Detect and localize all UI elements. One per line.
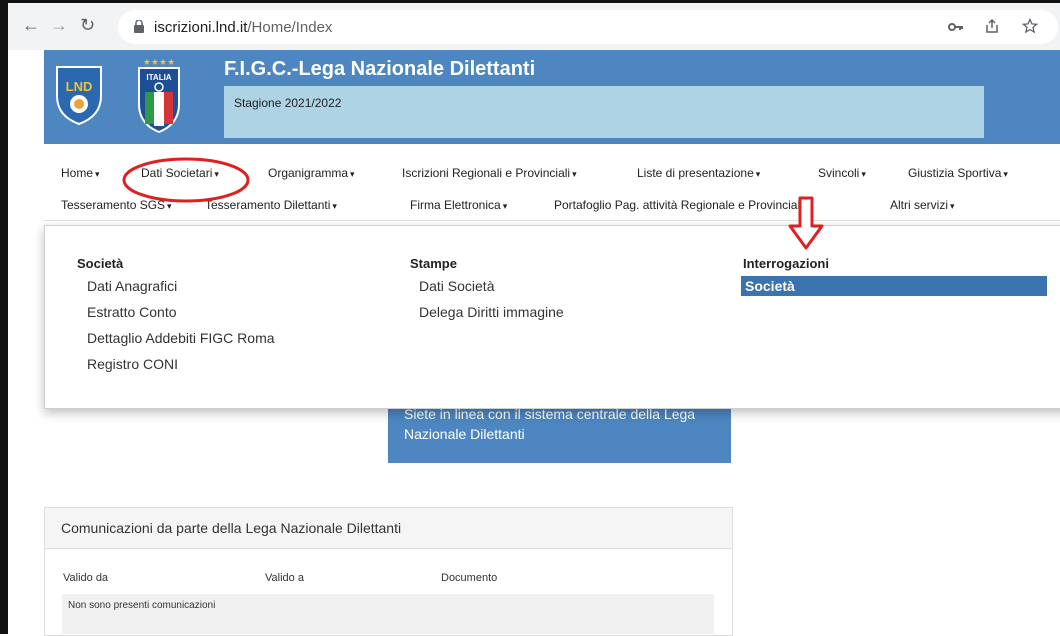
empty-message: Non sono presenti comunicazioni	[68, 600, 216, 611]
italia-logo: ★★★★ ITALIA	[138, 57, 180, 134]
forward-icon[interactable]: →	[50, 15, 68, 35]
reload-icon[interactable]: ↻	[80, 15, 95, 35]
nav-tesseramento-dilettanti[interactable]: Tesseramento Dilettanti ▾	[205, 198, 337, 212]
url-path: /Home/Index	[247, 19, 333, 36]
caret-down-icon: ▾	[950, 201, 955, 211]
nav-firma-elettronica[interactable]: Firma Elettronica ▾	[410, 198, 507, 212]
key-icon[interactable]	[948, 20, 964, 34]
nav-label: Liste di presentazione	[637, 166, 754, 180]
season-box: Stagione 2021/2022	[224, 86, 984, 138]
url-host: iscrizioni.lnd.it	[154, 19, 248, 36]
nav-dati-societari[interactable]: Dati Societari ▾	[141, 166, 219, 180]
status-info-text: Siete in linea con il sistema centrale d…	[404, 406, 696, 442]
menu-item-dettaglio-addebiti[interactable]: Dettaglio Addebiti FIGC Roma	[87, 330, 275, 346]
nav-liste-presentazione[interactable]: Liste di presentazione ▾	[637, 166, 760, 180]
menu-heading-stampe: Stampe	[410, 256, 457, 271]
menu-heading-interrogazioni: Interrogazioni	[743, 256, 829, 271]
nav-tesseramento-sgs[interactable]: Tesseramento SGS ▾	[61, 198, 172, 212]
caret-down-icon: ▾	[572, 169, 577, 179]
site-title: F.I.G.C.-Lega Nazionale Dilettanti	[224, 58, 536, 80]
nav-label: Organigramma	[268, 166, 349, 180]
caret-down-icon: ▾	[350, 169, 355, 179]
nav-iscrizioni[interactable]: Iscrizioni Regionali e Provinciali ▾	[402, 166, 577, 180]
svg-text:★★★★: ★★★★	[143, 57, 175, 67]
nav-portafoglio[interactable]: Portafoglio Pag. attività Regionale e Pr…	[554, 198, 813, 212]
site-header: LND ★★★★ ITALIA F.I.G.C.-Lega Nazionale …	[44, 50, 1060, 144]
caret-down-icon: ▾	[861, 169, 866, 179]
lnd-logo: LND	[56, 66, 102, 126]
caret-down-icon: ▾	[755, 169, 761, 179]
nav-giustizia-sportiva[interactable]: Giustizia Sportiva ▾	[908, 166, 1008, 180]
menu-item-estratto-conto[interactable]: Estratto Conto	[87, 304, 177, 320]
menu-item-registro-coni[interactable]: Registro CONI	[87, 356, 178, 372]
menu-item-dati-anagrafici[interactable]: Dati Anagrafici	[87, 278, 177, 294]
menu-item-dati-societa[interactable]: Dati Società	[419, 278, 494, 294]
column-documento: Documento	[441, 572, 498, 584]
nav-label: Svincoli	[818, 166, 860, 180]
nav-altri-servizi[interactable]: Altri servizi ▾	[890, 198, 955, 212]
season-label: Stagione 2021/2022	[234, 96, 342, 110]
caret-down-icon: ▾	[1003, 169, 1008, 179]
frame-left	[0, 0, 8, 634]
back-icon[interactable]: ←	[22, 15, 40, 35]
nav-label: Altri servizi	[890, 198, 949, 212]
caret-down-icon: ▾	[95, 169, 100, 179]
browser-toolbar: ← → ↻ iscrizioni.lnd.it/Home/Index	[8, 3, 1060, 50]
menu-heading-societa: Società	[77, 256, 124, 271]
nav-label: Firma Elettronica	[410, 198, 501, 212]
table-row-empty: Non sono presenti comunicazioni	[62, 594, 714, 634]
caret-down-icon: ▾	[332, 201, 337, 211]
communications-header: Comunicazioni da parte della Lega Nazion…	[45, 508, 732, 549]
lock-icon	[134, 20, 144, 33]
menu-item-societa-highlighted[interactable]: Società	[741, 276, 1047, 296]
nav-label: Tesseramento Dilettanti	[205, 198, 331, 212]
caret-down-icon: ▾	[502, 201, 508, 211]
italia-logo-text: ITALIA	[146, 73, 171, 82]
column-valido-da: Valido da	[63, 572, 109, 584]
lnd-logo-text: LND	[66, 79, 93, 94]
share-icon[interactable]	[984, 18, 1000, 34]
nav-svincoli[interactable]: Svincoli ▾	[818, 166, 866, 180]
caret-down-icon: ▾	[808, 201, 814, 211]
menu-item-societa-label: Società	[745, 278, 795, 294]
caret-down-icon: ▾	[167, 201, 172, 211]
nav-label: Tesseramento SGS	[61, 198, 166, 212]
nav-label: Home	[61, 166, 94, 180]
nav-label: Portafoglio Pag. attività Regionale e Pr…	[554, 198, 807, 212]
caret-down-icon: ▾	[214, 169, 219, 179]
communications-panel: Comunicazioni da parte della Lega Nazion…	[44, 507, 733, 636]
menu-item-delega-diritti[interactable]: Delega Diritti immagine	[419, 304, 564, 320]
main-navbar: Home ▾ Dati Societari ▾ Organigramma ▾ Iscr…	[44, 144, 1060, 221]
nav-label: Iscrizioni Regionali e Provinciali	[402, 166, 571, 180]
dati-societari-dropdown: Società Dati Anagrafici Estratto Conto D…	[44, 225, 1060, 409]
nav-home[interactable]: Home ▾	[61, 166, 100, 180]
address-bar[interactable]: iscrizioni.lnd.it/Home/Index	[118, 10, 1058, 44]
nav-organigramma[interactable]: Organigramma ▾	[268, 166, 355, 180]
column-valido-a: Valido a	[265, 572, 304, 584]
star-icon[interactable]	[1022, 18, 1038, 34]
url-text: iscrizioni.lnd.it/Home/Index	[154, 19, 332, 36]
communications-title: Comunicazioni da parte della Lega Nazion…	[61, 520, 402, 536]
nav-label: Giustizia Sportiva	[908, 166, 1002, 180]
nav-label: Dati Societari	[141, 166, 213, 180]
